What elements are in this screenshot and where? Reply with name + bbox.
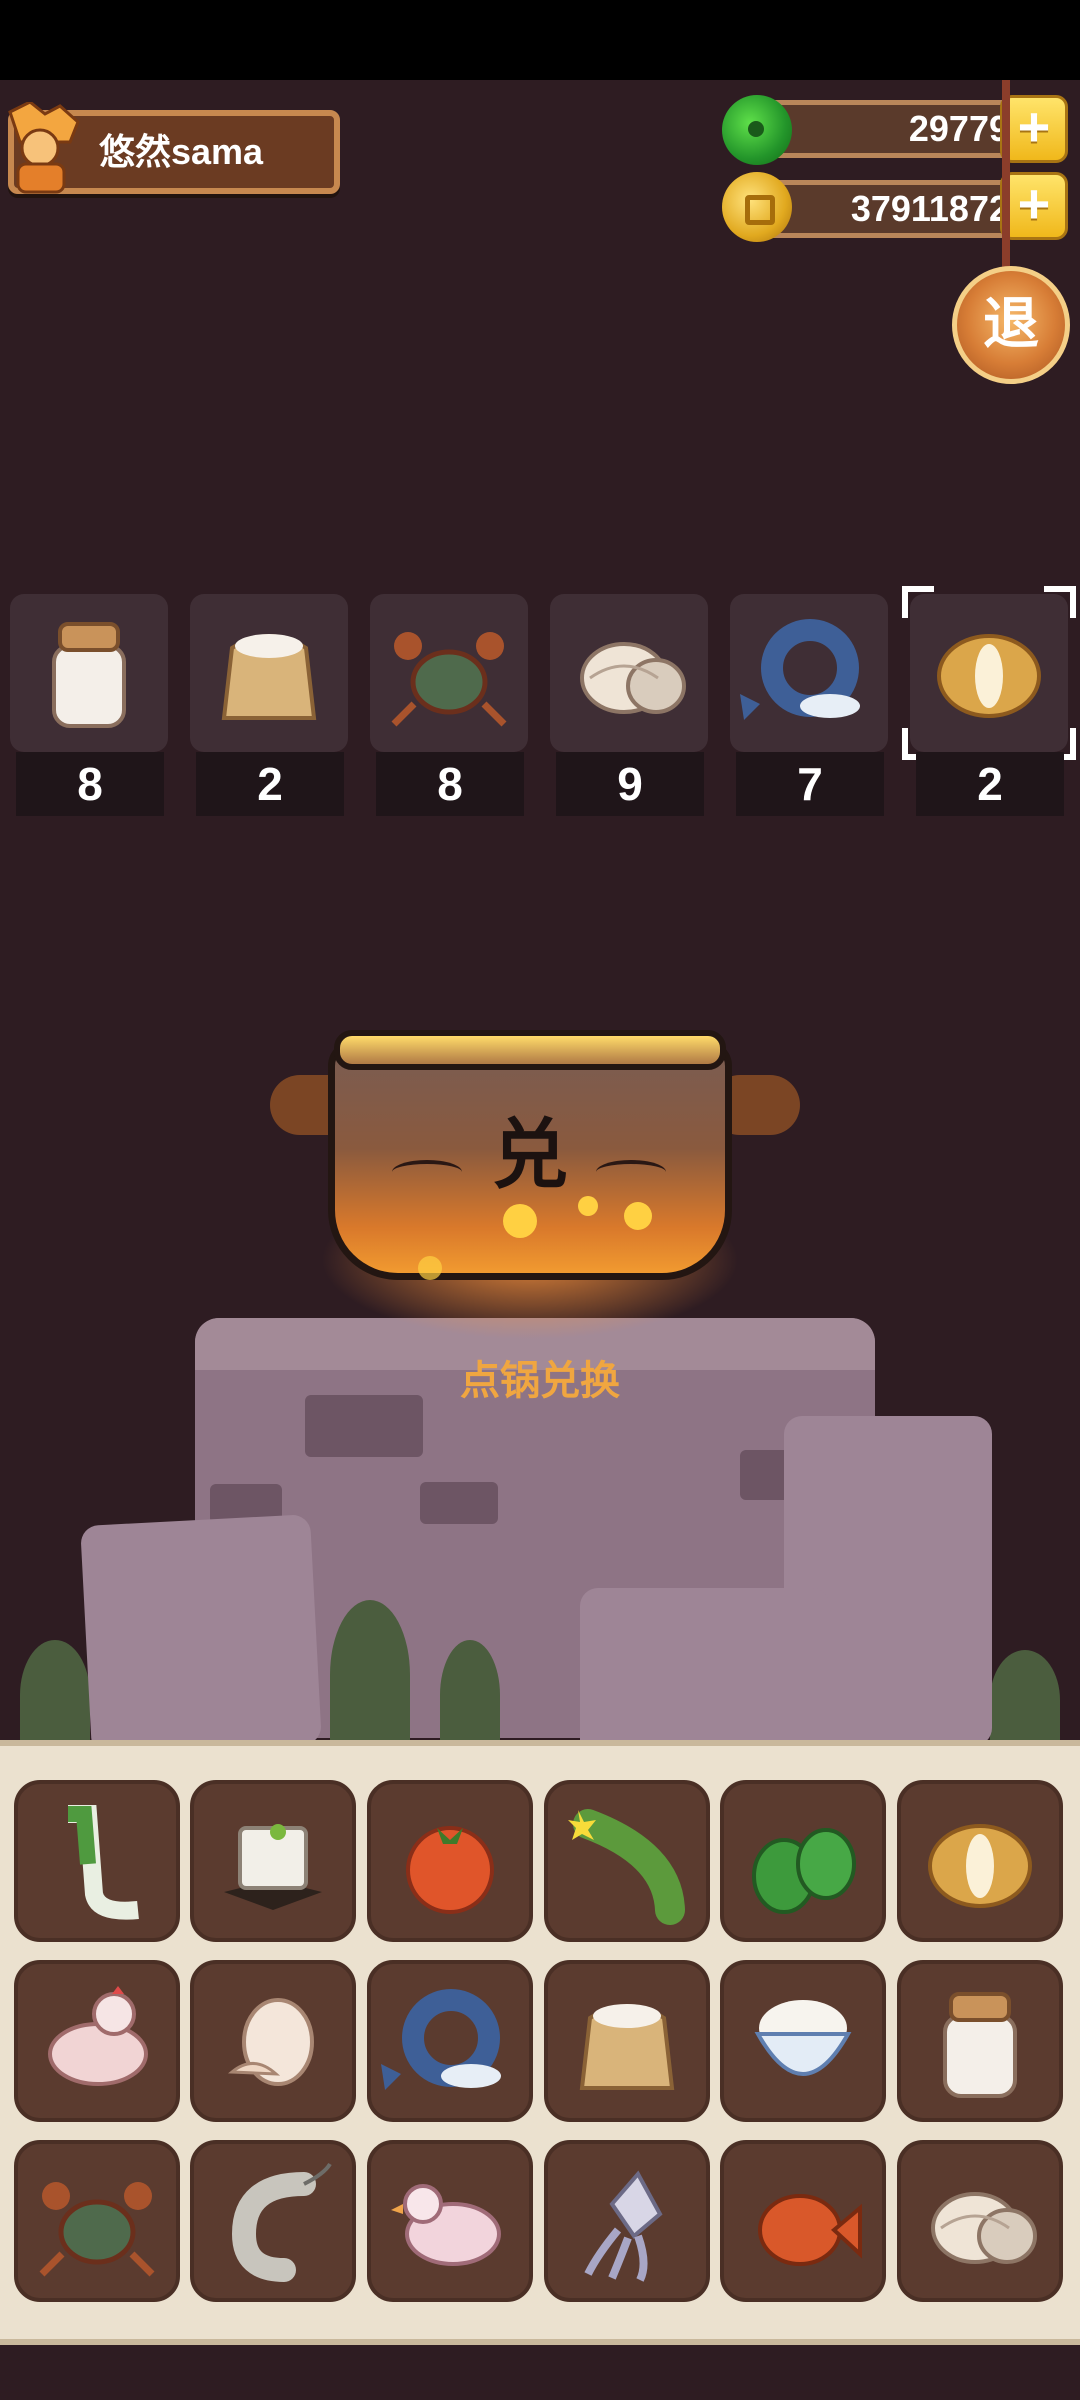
gold-coin-icon [722,172,792,242]
inventory-item[interactable] [190,1780,356,1942]
crab-icon [39,2182,155,2277]
inventory-item[interactable] [897,1780,1063,1942]
ingredient-tile [10,594,168,752]
pot-rim [334,1030,726,1070]
inventory-item[interactable] [14,2140,180,2302]
salt-jar-icon [52,622,126,728]
ingredient-tile [190,594,348,752]
inventory-item[interactable] [720,2140,886,2302]
egg-icon [228,1998,314,2086]
jade-amount: 29779 [908,108,1009,149]
inventory-item[interactable] [367,1780,533,1942]
add-jade-button[interactable]: + [1000,95,1068,163]
clam-icon [931,2192,1037,2264]
pot-bubble [418,1256,442,1280]
tofu-icon [224,1824,322,1910]
flour-sack-icon [221,634,317,720]
jade-coin-icon [722,95,792,165]
inventory-item[interactable] [720,1960,886,2122]
exchange-label[interactable]: 点锅兑换 [340,1348,740,1406]
potato-icon [928,1824,1032,1908]
inventory-item[interactable] [367,2140,533,2302]
flour-sack-icon [579,2004,675,2090]
duck-icon [391,2184,501,2266]
inventory-item[interactable] [544,1960,710,2122]
plant-leaf [20,1640,90,1750]
pot-swirl-decoration [596,1160,666,1184]
chicken-icon [48,1986,148,2086]
ingredient-tile [730,594,888,752]
add-gold-button[interactable]: + [1000,172,1068,240]
pot-character: 兑 [492,1110,568,1199]
status-bar [0,0,1080,80]
exit-lantern-string [1002,80,1010,270]
pot-bubble [578,1196,598,1216]
selected-ingredient-slot[interactable]: 9 [550,594,708,816]
ingredient-count: 2 [196,752,344,816]
plant-leaf [330,1600,410,1750]
clam-icon [580,642,686,714]
exit-button[interactable]: 退 [952,266,1070,384]
red-fish-icon [758,2194,862,2266]
selected-ingredient-slot[interactable]: 8 [370,594,528,816]
ingredient-count: 8 [376,752,524,816]
inventory-item[interactable] [544,2140,710,2302]
fish-icon [381,1989,501,2090]
plant-leaf [990,1650,1060,1750]
inventory-item[interactable] [190,2140,356,2302]
cucumber-icon [568,1809,685,1925]
leek-icon [68,1805,139,1920]
ingredient-tile [550,594,708,752]
selected-ingredient-slot[interactable]: 2 [902,586,1076,816]
pot-bubble [503,1204,537,1238]
fish-icon [740,619,860,720]
ingredient-count: 7 [736,752,884,816]
salt-jar-icon [943,1992,1017,2098]
player-name: 悠然sama [99,131,264,172]
selected-ingredient-slot[interactable]: 2 [190,594,348,816]
ingredient-tile [902,586,1076,760]
selection-corner [902,586,934,618]
selected-ingredient-slot[interactable]: 8 [10,594,168,816]
inventory-item[interactable] [897,2140,1063,2302]
ingredient-count: 8 [16,752,164,816]
stone-block [580,1588,830,1758]
plant-leaf [440,1640,500,1750]
shrimp-icon [231,2162,332,2282]
ingredient-count: 9 [556,752,704,816]
squid-icon [584,2170,663,2282]
inventory-item[interactable] [544,1780,710,1942]
selected-ingredient-slot[interactable]: 7 [730,594,888,816]
inventory-item[interactable] [367,1960,533,2122]
selection-corner [1044,586,1076,618]
pot-bubble [624,1202,652,1230]
inventory-item[interactable] [14,1960,180,2122]
inventory-item[interactable] [720,1780,886,1942]
bottom-strip [0,2345,1080,2400]
ingredient-tile [370,594,528,752]
stone-brick [420,1482,498,1524]
rice-bowl-icon [754,2000,852,2076]
ingredient-count: 2 [916,752,1064,816]
pot-swirl-decoration [392,1160,462,1184]
crab-icon [391,632,507,727]
stone-block [80,1514,322,1756]
avatar[interactable] [0,100,86,198]
green-pepper-icon [752,1828,856,1914]
orange-character-avatar-icon [8,100,80,194]
inventory-item[interactable] [897,1960,1063,2122]
tomato-icon [406,1826,494,1914]
gold-amount: 37911872 [850,188,1009,229]
inventory-item[interactable] [190,1960,356,2122]
inventory-item[interactable] [14,1780,180,1942]
